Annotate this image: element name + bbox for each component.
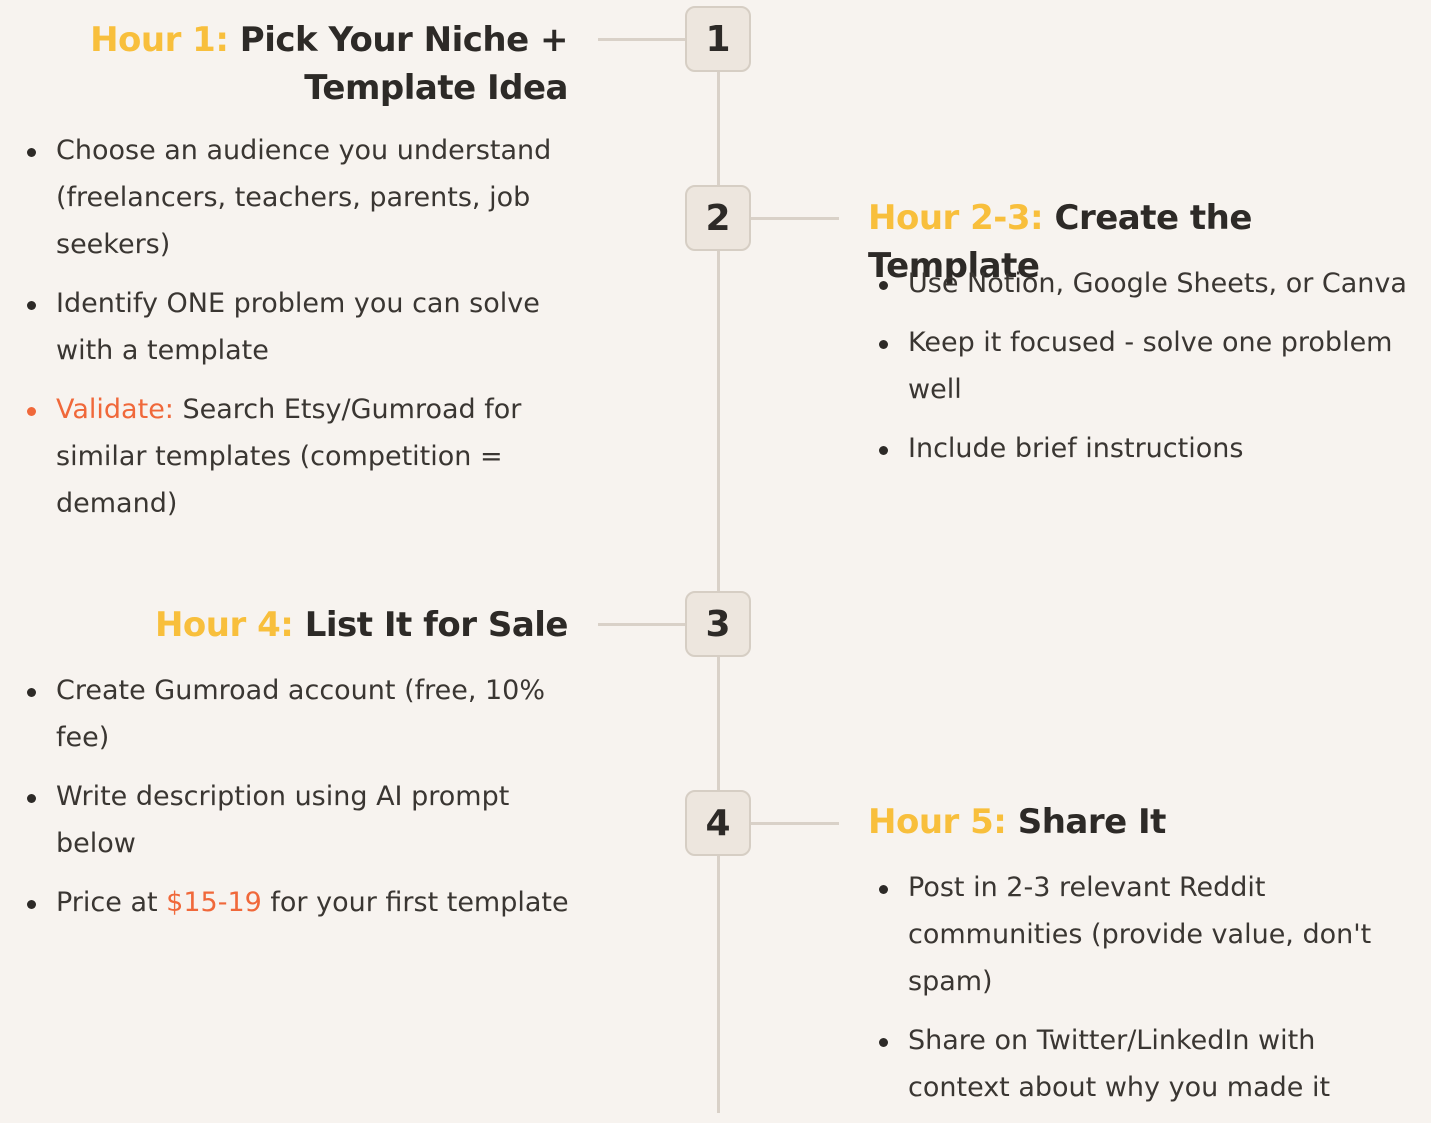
step-4-bullet-1: Post in 2-3 relevant Reddit communities …	[870, 864, 1425, 1005]
step-1-heading: Hour 1: Pick Your Niche + Template Idea	[8, 16, 568, 112]
validate-label: Validate:	[56, 394, 174, 425]
step-2-bullet-1-text: Use Notion, Google Sheets, or Canva	[908, 268, 1407, 299]
step-4-heading: Hour 5: Share It	[868, 798, 1428, 846]
step-3-bullet-2-text: Write description using AI prompt below	[56, 781, 510, 859]
step-1-title-line2: Template Idea	[304, 68, 568, 108]
connector-step-1	[598, 38, 686, 41]
step-3-title: List It for Sale	[304, 605, 569, 645]
step-3-bullet-2: Write description using AI prompt below	[18, 773, 573, 867]
step-2-bullet-2-text: Keep it focused - solve one problem well	[908, 327, 1393, 405]
step-1-bullet-1-text: Choose an audience you understand (freel…	[56, 135, 552, 260]
step-4-title: Share It	[1017, 802, 1167, 842]
step-1-bullet-3: Validate: Search Etsy/Gumroad for simila…	[18, 386, 573, 527]
connector-step-3	[598, 623, 686, 626]
step-1-title-line1: Pick Your Niche +	[239, 20, 569, 60]
step-number-2-text: 2	[705, 197, 731, 239]
step-1-bullet-list: Choose an audience you understand (freel…	[18, 127, 573, 539]
step-1-bullet-2-text: Identify ONE problem you can solve with …	[56, 288, 540, 366]
price-highlight: $15-19	[166, 887, 262, 918]
step-2-bullet-3-text: Include brief instructions	[908, 433, 1244, 464]
connector-step-4	[751, 822, 839, 825]
step-3-bullet-1-text: Create Gumroad account (free, 10% fee)	[56, 675, 546, 753]
step-2-hour-label: Hour 2-3:	[868, 198, 1044, 238]
step-number-3-text: 3	[705, 603, 731, 645]
step-1-hour-label: Hour 1:	[90, 20, 229, 60]
step-number-4: 4	[685, 790, 751, 856]
step-3-bullet-list: Create Gumroad account (free, 10% fee) W…	[18, 667, 573, 938]
step-2-bullet-1: Use Notion, Google Sheets, or Canva	[870, 260, 1425, 307]
step-4-bullet-1-text: Post in 2-3 relevant Reddit communities …	[908, 872, 1372, 997]
step-3-heading: Hour 4: List It for Sale	[8, 601, 569, 649]
step-3-bullet-1: Create Gumroad account (free, 10% fee)	[18, 667, 573, 761]
connector-step-2	[751, 217, 839, 220]
step-4-bullet-2: Share on Twitter/LinkedIn with context a…	[870, 1017, 1425, 1111]
step-2-bullet-2: Keep it focused - solve one problem well	[870, 319, 1425, 413]
step-1-bullet-1: Choose an audience you understand (freel…	[18, 127, 573, 268]
step-number-4-text: 4	[705, 802, 731, 844]
step-3-hour-label: Hour 4:	[154, 605, 294, 645]
step-3-bullet-3-after: for your first template	[261, 887, 569, 918]
step-2-bullet-list: Use Notion, Google Sheets, or Canva Keep…	[870, 260, 1425, 484]
step-3-bullet-3: Price at $15-19 for your first template	[18, 879, 573, 926]
step-4-hour-label: Hour 5:	[868, 802, 1007, 842]
step-2-bullet-3: Include brief instructions	[870, 425, 1425, 472]
step-4-bullet-2-text: Share on Twitter/LinkedIn with context a…	[908, 1025, 1331, 1103]
step-4-bullet-list: Post in 2-3 relevant Reddit communities …	[870, 864, 1425, 1123]
step-number-1-text: 1	[705, 18, 731, 60]
step-number-2: 2	[685, 185, 751, 251]
step-1-bullet-2: Identify ONE problem you can solve with …	[18, 280, 573, 374]
step-3-bullet-3-before: Price at	[56, 887, 167, 918]
step-number-1: 1	[685, 6, 751, 72]
step-number-3: 3	[685, 591, 751, 657]
